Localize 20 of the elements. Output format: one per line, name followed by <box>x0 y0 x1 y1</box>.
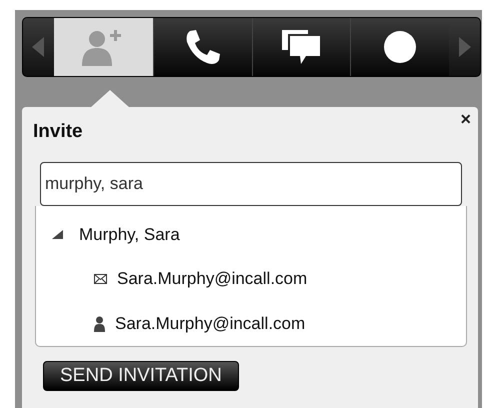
suggestion-address[interactable]: Sara.Murphy@incall.com <box>117 266 308 292</box>
dialog-title: Invite <box>33 121 84 144</box>
right-arrow-icon <box>458 37 471 57</box>
scroll-left-button[interactable] <box>23 18 54 76</box>
send-invitation-button[interactable]: SEND INVITATION <box>43 360 239 392</box>
chat-tab[interactable] <box>252 18 350 76</box>
expand-toggle-icon[interactable] <box>52 230 63 240</box>
phone-icon <box>184 28 222 66</box>
envelope-icon <box>94 274 107 284</box>
record-icon <box>383 30 418 64</box>
scroll-right-button[interactable] <box>449 18 480 76</box>
search-field[interactable]: murphy, sara <box>40 162 462 206</box>
chat-icon <box>280 28 322 66</box>
left-arrow-icon <box>32 37 44 57</box>
phone-tab[interactable] <box>152 18 252 76</box>
suggestion-name[interactable]: Murphy, Sara <box>79 222 180 248</box>
record-tab[interactable] <box>350 18 450 76</box>
close-button[interactable]: × <box>460 110 471 128</box>
person-icon <box>94 316 105 332</box>
suggestion-address[interactable]: Sara.Murphy@incall.com <box>115 310 306 336</box>
